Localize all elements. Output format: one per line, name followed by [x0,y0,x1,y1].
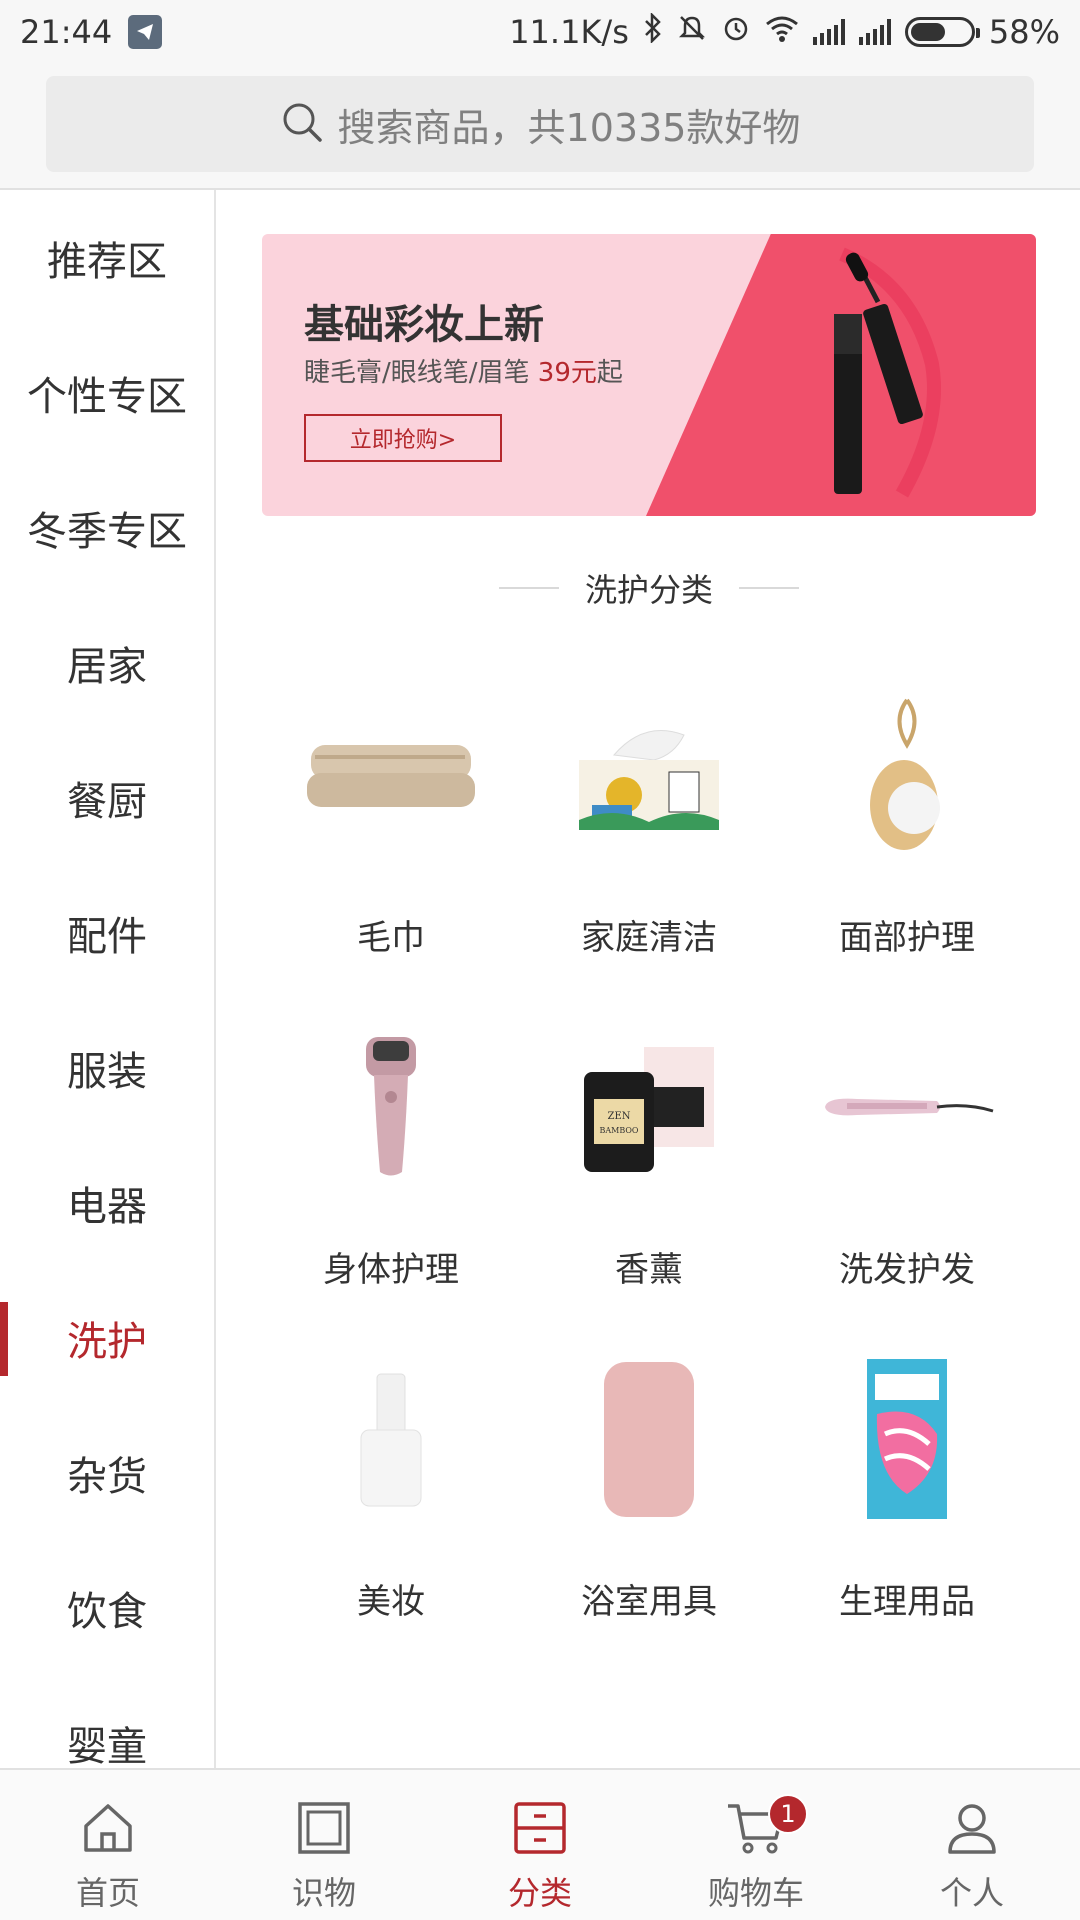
sidebar-item-recommend[interactable]: 推荐区 [0,190,214,325]
tab-cart[interactable]: 1 购物车 [648,1770,864,1920]
sidebar-item-clothing[interactable]: 服装 [0,1000,214,1135]
category-grid: 毛巾 家庭清洁 面部护理 身体护理 ZEN BAMBOO 香薰 洗发护发 美妆 … [262,680,1036,1676]
search-input[interactable]: 搜索商品，共10335款好物 [46,76,1034,172]
person-icon [942,1798,1002,1858]
candle-icon: ZEN BAMBOO [554,1012,744,1202]
mute-icon [677,13,707,51]
search-icon [280,100,324,148]
wifi-icon [765,13,799,51]
tab-home[interactable]: 首页 [0,1770,216,1920]
tissue-box-icon [554,680,744,870]
condom-box-icon [812,1344,1002,1534]
body-roller-icon [296,1012,486,1202]
telegram-notification-icon [128,15,163,49]
banner-subtitle: 睫毛膏/眼线笔/眉笔 39元起 [304,358,623,388]
home-icon [78,1798,138,1858]
category-sidebar[interactable]: 推荐区 个性专区 冬季专区 居家 餐厨 配件 服装 电器 洗护 杂货 饮食 婴童 [0,190,216,1768]
nail-polish-icon [296,1344,486,1534]
buy-now-button[interactable]: 立即抢购> [304,414,502,462]
sidebar-item-sundries[interactable]: 杂货 [0,1405,214,1540]
category-content: 基础彩妆上新 睫毛膏/眼线笔/眉笔 39元起 立即抢购> 洗护分类 毛巾 家庭清… [218,190,1080,1768]
sidebar-item-personal-care[interactable]: 洗护 [0,1270,214,1405]
sidebar-item-accessories[interactable]: 配件 [0,865,214,1000]
sidebar-item-kitchen[interactable]: 餐厨 [0,730,214,865]
category-hygiene[interactable]: 生理用品 [778,1344,1036,1676]
banner-title: 基础彩妆上新 [304,302,544,348]
status-bar: 21:44 11.1K/s 58% [0,0,1080,64]
square-icon [294,1798,354,1858]
bath-mat-icon [554,1344,744,1534]
bottom-tab-bar: 首页 识物 分类 1 购物车 个人 [0,1768,1080,1920]
sidebar-item-food[interactable]: 饮食 [0,1540,214,1675]
category-towel[interactable]: 毛巾 [262,680,520,1012]
promo-banner[interactable]: 基础彩妆上新 睫毛膏/眼线笔/眉笔 39元起 立即抢购> [262,234,1036,516]
bluetooth-icon [643,11,663,51]
tab-profile[interactable]: 个人 [864,1770,1080,1920]
category-home-cleaning[interactable]: 家庭清洁 [520,680,778,1012]
signal-icon [812,19,845,45]
category-hair-care[interactable]: 洗发护发 [778,1012,1036,1344]
towel-icon [296,680,486,870]
category-face-care[interactable]: 面部护理 [778,680,1036,1012]
category-body-care[interactable]: 身体护理 [262,1012,520,1344]
svg-text:ZEN: ZEN [608,1111,631,1122]
category-icon [510,1798,570,1858]
tab-discover[interactable]: 识物 [216,1770,432,1920]
sidebar-item-personal[interactable]: 个性专区 [0,325,214,460]
battery-percent: 58% [988,13,1060,51]
tab-category[interactable]: 分类 [432,1770,648,1920]
cart-badge: 1 [768,1794,808,1834]
divider [739,587,799,589]
svg-text:BAMBOO: BAMBOO [600,1126,639,1135]
sidebar-item-appliances[interactable]: 电器 [0,1135,214,1270]
divider [498,587,559,589]
battery-icon [904,17,980,47]
network-speed: 11.1K/s [509,13,629,51]
banner-price: 39元 [537,358,597,388]
mascara-image [782,244,962,508]
sidebar-item-baby[interactable]: 婴童 [0,1675,214,1769]
category-makeup[interactable]: 美妆 [262,1344,520,1676]
hair-straightener-icon [812,1012,1002,1202]
section-title: 洗护分类 [218,565,1080,611]
search-placeholder: 搜索商品，共10335款好物 [337,105,801,150]
sidebar-item-winter[interactable]: 冬季专区 [0,460,214,595]
sidebar-item-home[interactable]: 居家 [0,595,214,730]
category-bathroom[interactable]: 浴室用具 [520,1344,778,1676]
alarm-icon [721,13,751,51]
header: 搜索商品，共10335款好物 [0,64,1080,190]
face-brush-icon [812,680,1002,870]
status-time: 21:44 [20,13,113,51]
category-aroma[interactable]: ZEN BAMBOO 香薰 [520,1012,778,1344]
signal-icon [858,19,891,45]
